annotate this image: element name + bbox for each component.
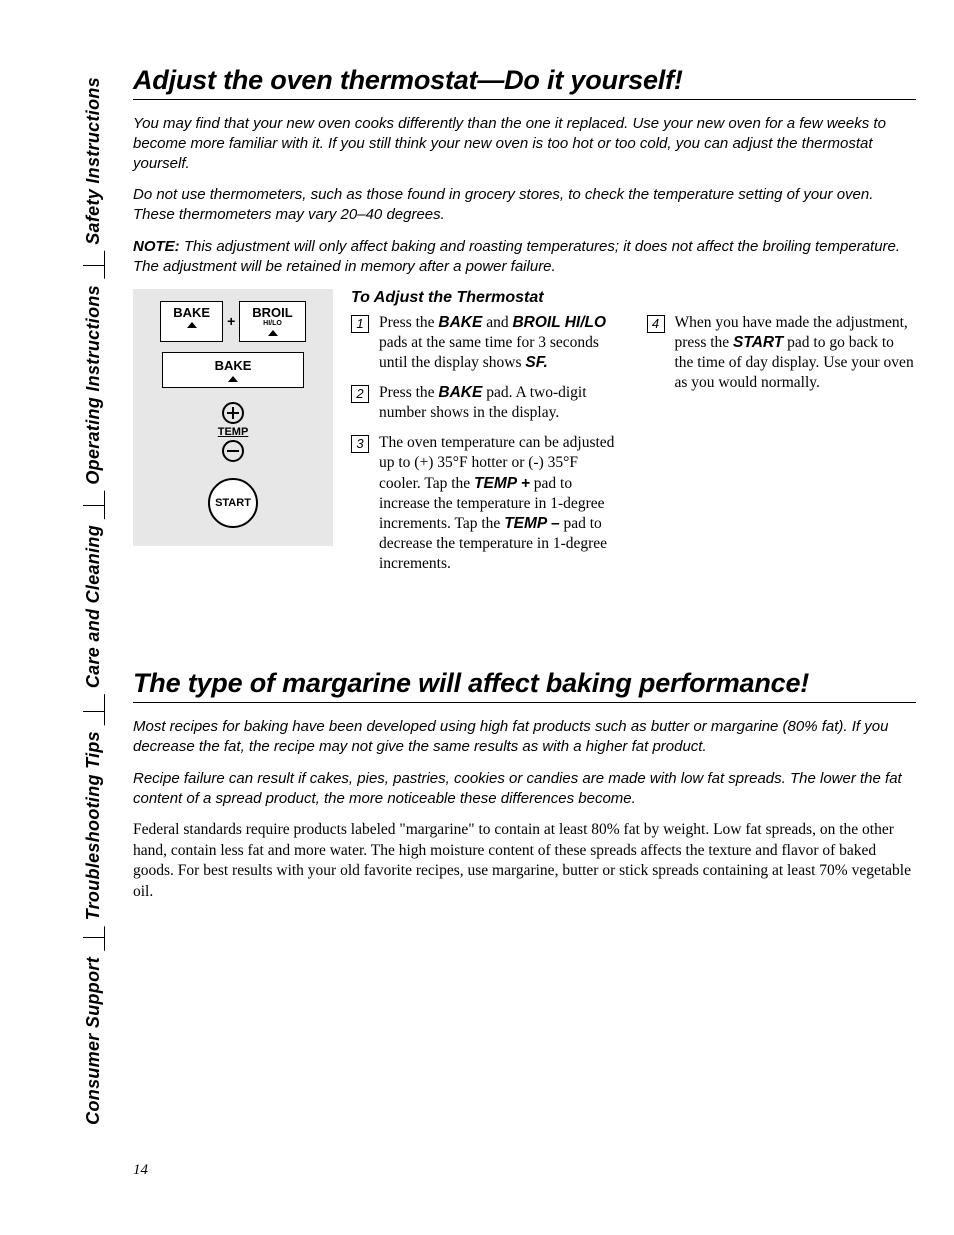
intro-note: NOTE: This adjustment will only affect b… [133,237,916,277]
tab-troubleshooting-tips: Troubleshooting Tips [81,725,106,926]
section-title-thermostat: Adjust the oven thermostat—Do it yoursel… [133,65,916,100]
start-pad-icon: START [208,478,258,528]
margarine-intro-2: Recipe failure can result if cakes, pies… [133,769,916,809]
step-1: 1 Press the BAKE and BROIL HI/LO pads at… [351,313,621,373]
tab-separator [83,265,105,266]
step-number-icon: 3 [351,435,369,453]
tab-consumer-support: Consumer Support [81,951,106,1131]
bake-keyword: BAKE [438,384,482,401]
control-panel-illustration: BAKE + BROIL HI/LO BAKE TEMP [133,289,333,546]
note-label: NOTE: [133,238,180,255]
intro-familiarize: You may find that your new oven cooks di… [133,114,916,173]
broil-label: BROIL [252,305,292,320]
subhead-adjust: To Adjust the Thermostat [351,289,621,307]
step-number-icon: 2 [351,385,369,403]
step-number-icon: 4 [647,315,665,333]
tab-separator [83,505,105,506]
up-triangle-icon [187,322,197,328]
bake-label: BAKE [173,305,210,320]
temp-label: TEMP [145,426,321,438]
section-title-margarine: The type of margarine will affect baking… [133,668,916,703]
step1-text-c: and [482,314,512,331]
start-keyword: START [733,334,783,351]
up-triangle-icon [268,330,278,336]
page-content: Adjust the oven thermostat—Do it yoursel… [105,65,916,1195]
tab-care-and-cleaning: Care and Cleaning [81,519,106,694]
plus-circle-icon [222,402,244,424]
bake-pad-icon: BAKE [160,301,223,342]
margarine-body: Federal standards require products label… [133,820,916,902]
side-tab-rail: Safety Instructions Operating Instructio… [55,65,105,1195]
tab-separator [83,937,105,938]
tab-operating-instructions: Operating Instructions [81,279,106,491]
broil-sublabel: HI/LO [252,320,292,327]
page-number: 14 [133,1162,148,1179]
step-2: 2 Press the BAKE pad. A two-digit number… [351,383,621,423]
intro-thermometers: Do not use thermometers, such as those f… [133,185,916,225]
plus-join-icon: + [227,313,235,329]
temp-pad-icon: TEMP [145,402,321,462]
step-number-icon: 1 [351,315,369,333]
step-4: 4 When you have made the adjustment, pre… [647,313,917,394]
margarine-intro-1: Most recipes for baking have been develo… [133,717,916,757]
bake-keyword: BAKE [438,314,482,331]
tab-separator [83,711,105,712]
sf-keyword: SF. [525,354,547,371]
up-triangle-icon [228,376,238,382]
bake-pad-wide-icon: BAKE [162,352,304,388]
step1-text-a: Press the [379,314,438,331]
bake-label: BAKE [215,358,252,373]
minus-circle-icon [222,440,244,462]
broil-hilo-keyword: BROIL HI/LO [512,314,606,331]
note-body: This adjustment will only affect baking … [133,238,900,275]
broil-pad-icon: BROIL HI/LO [239,301,305,342]
tab-safety-instructions: Safety Instructions [81,71,106,251]
step2-text-a: Press the [379,384,438,401]
temp-minus-keyword: TEMP – [504,515,559,532]
step-3: 3 The oven temperature can be adjusted u… [351,433,621,574]
step1-text-e: pads at the same time for 3 seconds unti… [379,334,599,371]
temp-plus-keyword: TEMP + [474,475,530,492]
